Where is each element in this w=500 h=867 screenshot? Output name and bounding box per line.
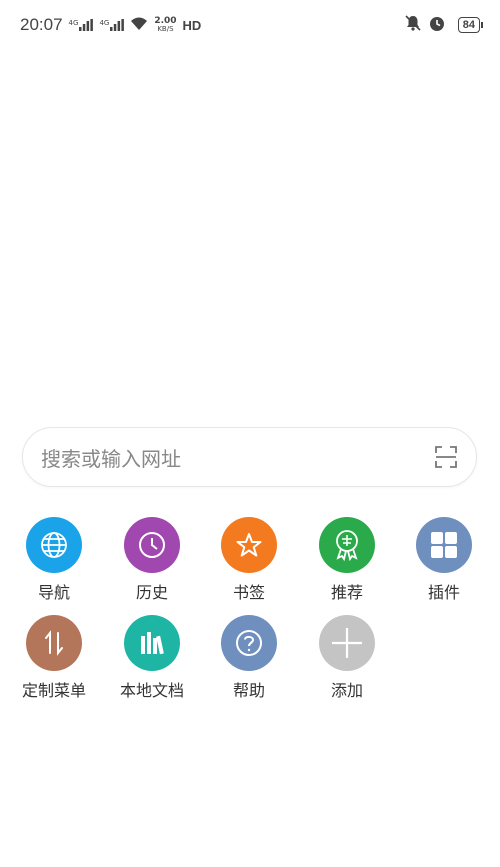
speed-value: 2.00 — [154, 16, 177, 26]
question-icon — [221, 615, 277, 671]
shortcut-navigation[interactable]: 导航 — [9, 517, 99, 603]
star-icon — [221, 517, 277, 573]
shortcut-label: 添加 — [330, 681, 363, 700]
shortcut-local-docs[interactable]: 本地文档 — [107, 615, 197, 701]
shortcut-plugins[interactable]: 插件 — [399, 517, 489, 603]
shortcut-bookmarks[interactable]: 书签 — [204, 517, 294, 603]
shortcut-label: 历史 — [135, 583, 168, 602]
shortcut-label: 帮助 — [232, 681, 265, 700]
recommend-badge-icon — [319, 517, 375, 573]
shortcut-recommend[interactable]: 推荐 — [302, 517, 392, 603]
signal-icon-2: 4G — [99, 19, 125, 31]
status-bar: 20:07 4G 4G 2.00 KB/S HD 84 — [0, 0, 500, 50]
shortcut-label: 插件 — [427, 583, 460, 602]
clock-icon — [124, 517, 180, 573]
globe-icon — [26, 517, 82, 573]
search-bar[interactable]: 搜索或输入网址 — [22, 427, 477, 487]
signal-label-2: 4G — [99, 19, 110, 27]
hd-label: HD — [182, 17, 202, 33]
shortcut-history[interactable]: 历史 — [107, 517, 197, 603]
battery-indicator: 84 — [457, 17, 484, 33]
shortcut-label: 书签 — [232, 583, 265, 602]
signal-label: 4G — [68, 19, 79, 27]
status-time: 20:07 — [20, 15, 63, 34]
shortcut-custom-menu[interactable]: 定制菜单 — [9, 615, 99, 701]
speed-unit: KB/S — [157, 25, 174, 33]
shortcut-label: 定制菜单 — [21, 681, 86, 700]
shortcut-add[interactable]: 添加 — [302, 615, 392, 701]
shortcut-label: 推荐 — [330, 583, 363, 602]
scan-icon[interactable] — [434, 445, 458, 469]
wifi-icon — [130, 16, 148, 35]
search-input[interactable]: 搜索或输入网址 — [41, 443, 434, 472]
plus-icon — [319, 615, 375, 671]
shortcut-label: 导航 — [37, 583, 70, 602]
mute-bell-icon — [404, 14, 422, 36]
grid-icon — [416, 517, 472, 573]
status-left: 20:07 4G 4G 2.00 KB/S HD — [20, 15, 201, 35]
network-speed: 2.00 KB/S — [154, 16, 177, 34]
shortcut-label: 本地文档 — [119, 681, 184, 700]
sort-arrows-icon — [26, 615, 82, 671]
alarm-icon — [428, 14, 446, 36]
books-icon — [124, 615, 180, 671]
status-right: 84 — [404, 14, 484, 36]
signal-icon: 4G — [69, 19, 94, 31]
shortcut-help[interactable]: 帮助 — [204, 615, 294, 701]
